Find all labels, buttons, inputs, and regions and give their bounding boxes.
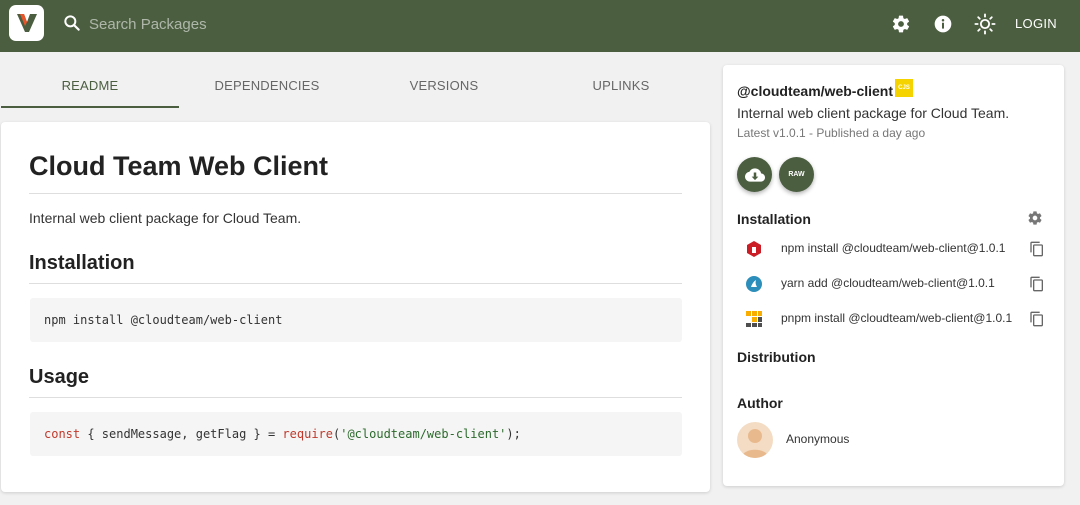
install-command-pnpm: pnpm install @cloudteam/web-client@1.0.1	[781, 311, 1013, 325]
top-app-bar: LOGIN	[0, 0, 1080, 52]
install-row-npm: npm install @cloudteam/web-client@1.0.1	[723, 234, 1064, 264]
tab-readme[interactable]: README	[1, 66, 179, 108]
copy-icon[interactable]	[1029, 310, 1045, 328]
code-paren-close: );	[506, 427, 521, 441]
logo-mark-icon	[16, 14, 37, 32]
readme-panel: Cloud Team Web Client Internal web clien…	[1, 122, 710, 492]
copy-icon[interactable]	[1029, 275, 1045, 293]
package-version-meta: Latest v1.0.1 - Published a day ago	[737, 126, 926, 140]
usage-heading: Usage	[29, 366, 90, 388]
pnpm-icon	[746, 311, 762, 327]
info-icon[interactable]	[932, 13, 954, 35]
package-sidebar: @cloudteam/web-client CJS Internal web c…	[723, 65, 1064, 486]
code-keyword: const	[44, 427, 81, 441]
tab-versions[interactable]: VERSIONS	[355, 66, 533, 108]
package-name: @cloudteam/web-client	[737, 83, 894, 99]
install-code-block: npm install @cloudteam/web-client	[30, 298, 682, 342]
default-avatar-icon	[741, 429, 769, 458]
verdaccio-logo[interactable]	[9, 5, 44, 41]
search-input[interactable]	[89, 12, 389, 36]
author-section-title: Author	[737, 395, 783, 411]
package-description: Internal web client package for Cloud Te…	[737, 105, 1010, 121]
code-destructure: { sendMessage, getFlag } =	[80, 427, 283, 441]
package-tabs: README DEPENDENCIES VERSIONS UPLINKS	[0, 66, 710, 108]
title-divider	[29, 193, 682, 194]
readme-title: Cloud Team Web Client	[29, 151, 329, 181]
login-button[interactable]: LOGIN	[1015, 16, 1057, 31]
install-command-npm: npm install @cloudteam/web-client@1.0.1	[781, 241, 1006, 255]
author-name: Anonymous	[786, 432, 850, 446]
module-format-badge: CJS	[895, 79, 913, 97]
npm-icon	[747, 241, 761, 257]
copy-icon[interactable]	[1029, 240, 1045, 258]
author-avatar	[737, 422, 773, 458]
installation-heading: Installation	[29, 252, 135, 274]
tab-dependencies[interactable]: DEPENDENCIES	[178, 66, 356, 108]
install-command-yarn: yarn add @cloudteam/web-client@1.0.1	[781, 276, 995, 290]
code-string: '@cloudteam/web-client'	[340, 427, 507, 441]
cloud-download-icon	[744, 167, 765, 182]
install-row-yarn: yarn add @cloudteam/web-client@1.0.1	[723, 269, 1064, 299]
install-row-pnpm: pnpm install @cloudteam/web-client@1.0.1	[723, 304, 1064, 334]
installation-divider	[29, 283, 682, 284]
distribution-section-title: Distribution	[737, 349, 816, 365]
installation-section-title: Installation	[737, 211, 811, 227]
raw-manifest-button[interactable]: RAW	[779, 157, 814, 192]
search-icon	[64, 15, 80, 31]
code-function: require	[282, 427, 333, 441]
yarn-icon	[746, 276, 762, 292]
download-tarball-button[interactable]	[737, 157, 772, 192]
usage-code-block: const { sendMessage, getFlag } = require…	[30, 412, 682, 456]
theme-toggle-icon[interactable]	[974, 13, 996, 35]
install-settings-icon[interactable]	[1027, 210, 1043, 226]
tab-uplinks[interactable]: UPLINKS	[532, 66, 710, 108]
settings-icon[interactable]	[890, 13, 912, 35]
readme-description: Internal web client package for Cloud Te…	[29, 210, 302, 226]
usage-divider	[29, 397, 682, 398]
